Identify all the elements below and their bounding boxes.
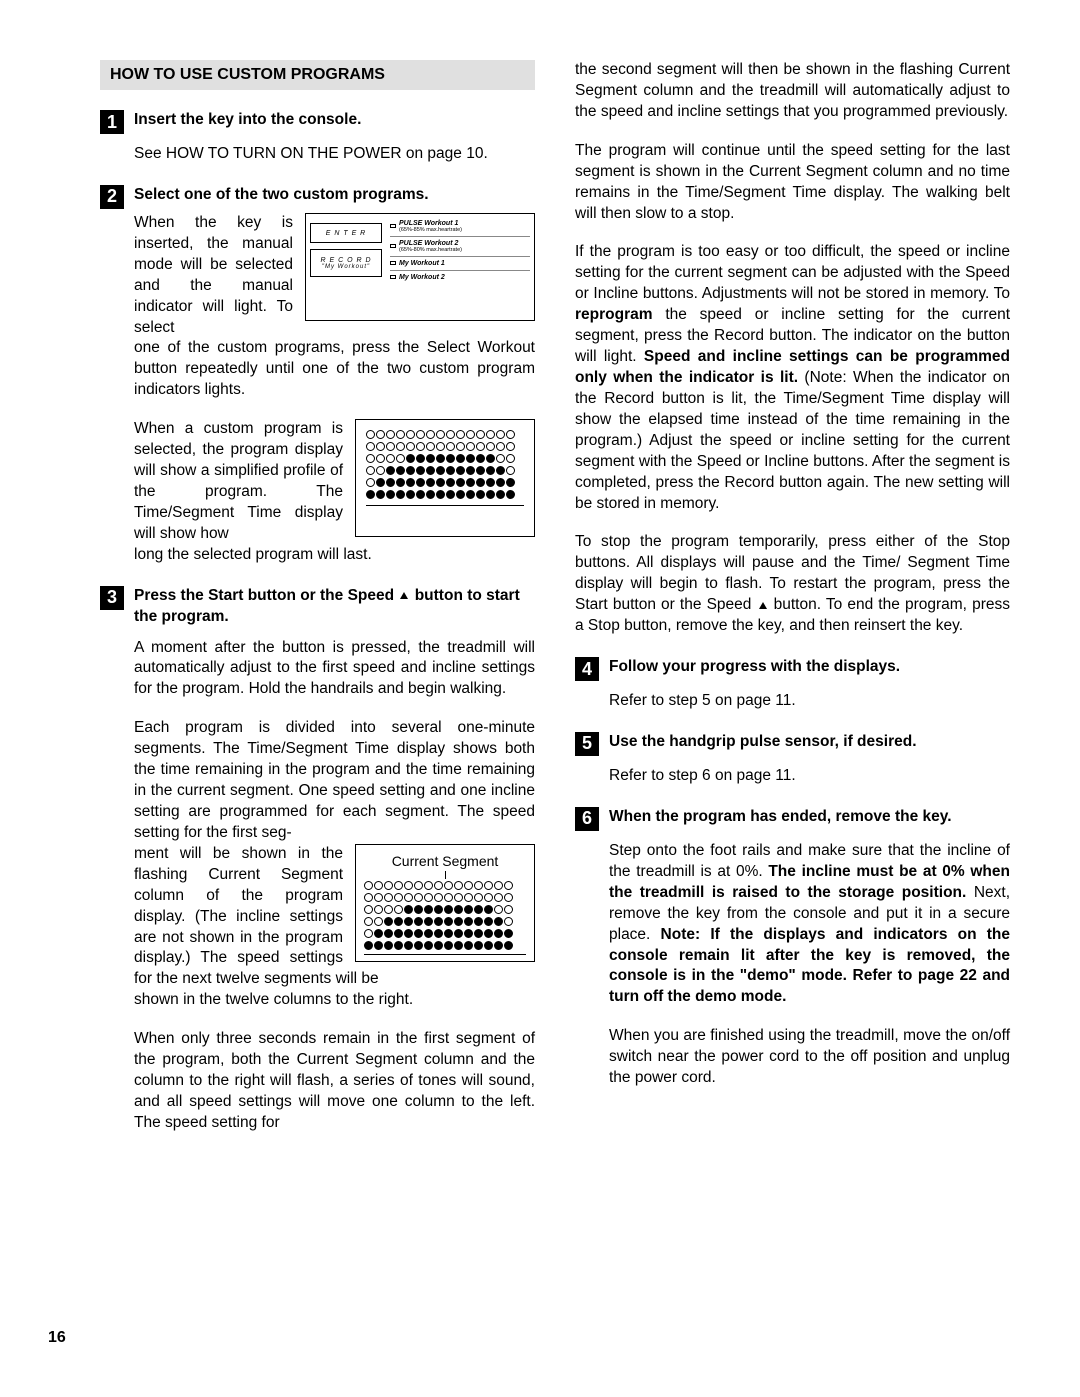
step-6: 6 When the program has ended, remove the… [575,805,1010,831]
step-num-1: 1 [100,110,124,134]
step-2-title: Select one of the two custom programs. [134,183,429,206]
step-2-para-2b: long the selected program will last. [134,545,535,566]
section-header: HOW TO USE CUSTOM PROGRAMS [100,60,535,90]
manual-page: HOW TO USE CUSTOM PROGRAMS 1 Insert the … [0,0,1080,1192]
step-3-para-1: A moment after the button is pressed, th… [134,638,535,701]
step-num-5: 5 [575,732,599,756]
page-number: 16 [48,1329,66,1347]
step-num-4: 4 [575,657,599,681]
step-6-title: When the program has ended, remove the k… [609,805,952,828]
profile-display-illustration-1 [355,419,535,537]
step-6-para-2: When you are finished using the treadmil… [609,1026,1010,1089]
step-4-title: Follow your progress with the displays. [609,655,900,678]
col2-cont-1: the second segment will then be shown in… [575,60,1010,123]
step-3-para-2b: shown in the twelve columns to the right… [134,990,535,1011]
console-panel-illustration: E N T E R R E C O R D "My Workout" PULSE… [305,213,535,321]
enter-button-graphic: E N T E R [310,223,382,243]
step-3-block: Current Segment ment will be shown in th… [134,844,535,990]
step-5-body: Refer to step 6 on page 11. [609,766,1010,787]
step-1-body: See HOW TO TURN ON THE POWER on page 10. [134,144,535,165]
right-column: the second segment will then be shown in… [575,60,1010,1152]
left-column: HOW TO USE CUSTOM PROGRAMS 1 Insert the … [100,60,535,1152]
col2-para-4: To stop the program temporarily, press e… [575,532,1010,637]
panel-workout-list: PULSE Workout 1(65%-85% max.heartrate) P… [390,220,530,281]
col2-para-3: If the program is too easy or too diffic… [575,242,1010,514]
step-num-2: 2 [100,185,124,209]
step-1: 1 Insert the key into the console. [100,108,535,134]
step-num-6: 6 [575,807,599,831]
step-3-para-2-pre: Each program is divided into several one… [134,718,535,844]
step-1-title: Insert the key into the console. [134,108,361,131]
profile-display-illustration-2: Current Segment [355,844,535,962]
current-segment-label: Current Segment [364,853,526,869]
step-6-para-1: Step onto the foot rails and make sure t… [609,841,1010,1008]
up-triangle-icon [759,602,767,609]
step-num-3: 3 [100,586,124,610]
up-triangle-icon [400,592,408,599]
step-3-para-3: When only three seconds remain in the fi… [134,1029,535,1134]
step-5-title: Use the handgrip pulse sensor, if desire… [609,730,917,753]
col2-para-2: The program will continue until the spee… [575,141,1010,225]
step-4: 4 Follow your progress with the displays… [575,655,1010,681]
step-2-block-1: E N T E R R E C O R D "My Workout" PULSE… [134,213,535,339]
step-3-title: Press the Start button or the Speed butt… [134,584,535,628]
step-3: 3 Press the Start button or the Speed bu… [100,584,535,628]
record-button-graphic: R E C O R D "My Workout" [310,249,382,277]
step-2-block-2: When a custom program is selected, the p… [134,419,535,545]
step-2: 2 Select one of the two custom programs. [100,183,535,209]
step-5: 5 Use the handgrip pulse sensor, if desi… [575,730,1010,756]
current-segment-tick [445,871,446,879]
step-4-body: Refer to step 5 on page 11. [609,691,1010,712]
step-2-para-1b: one of the custom programs, press the Se… [134,338,535,401]
